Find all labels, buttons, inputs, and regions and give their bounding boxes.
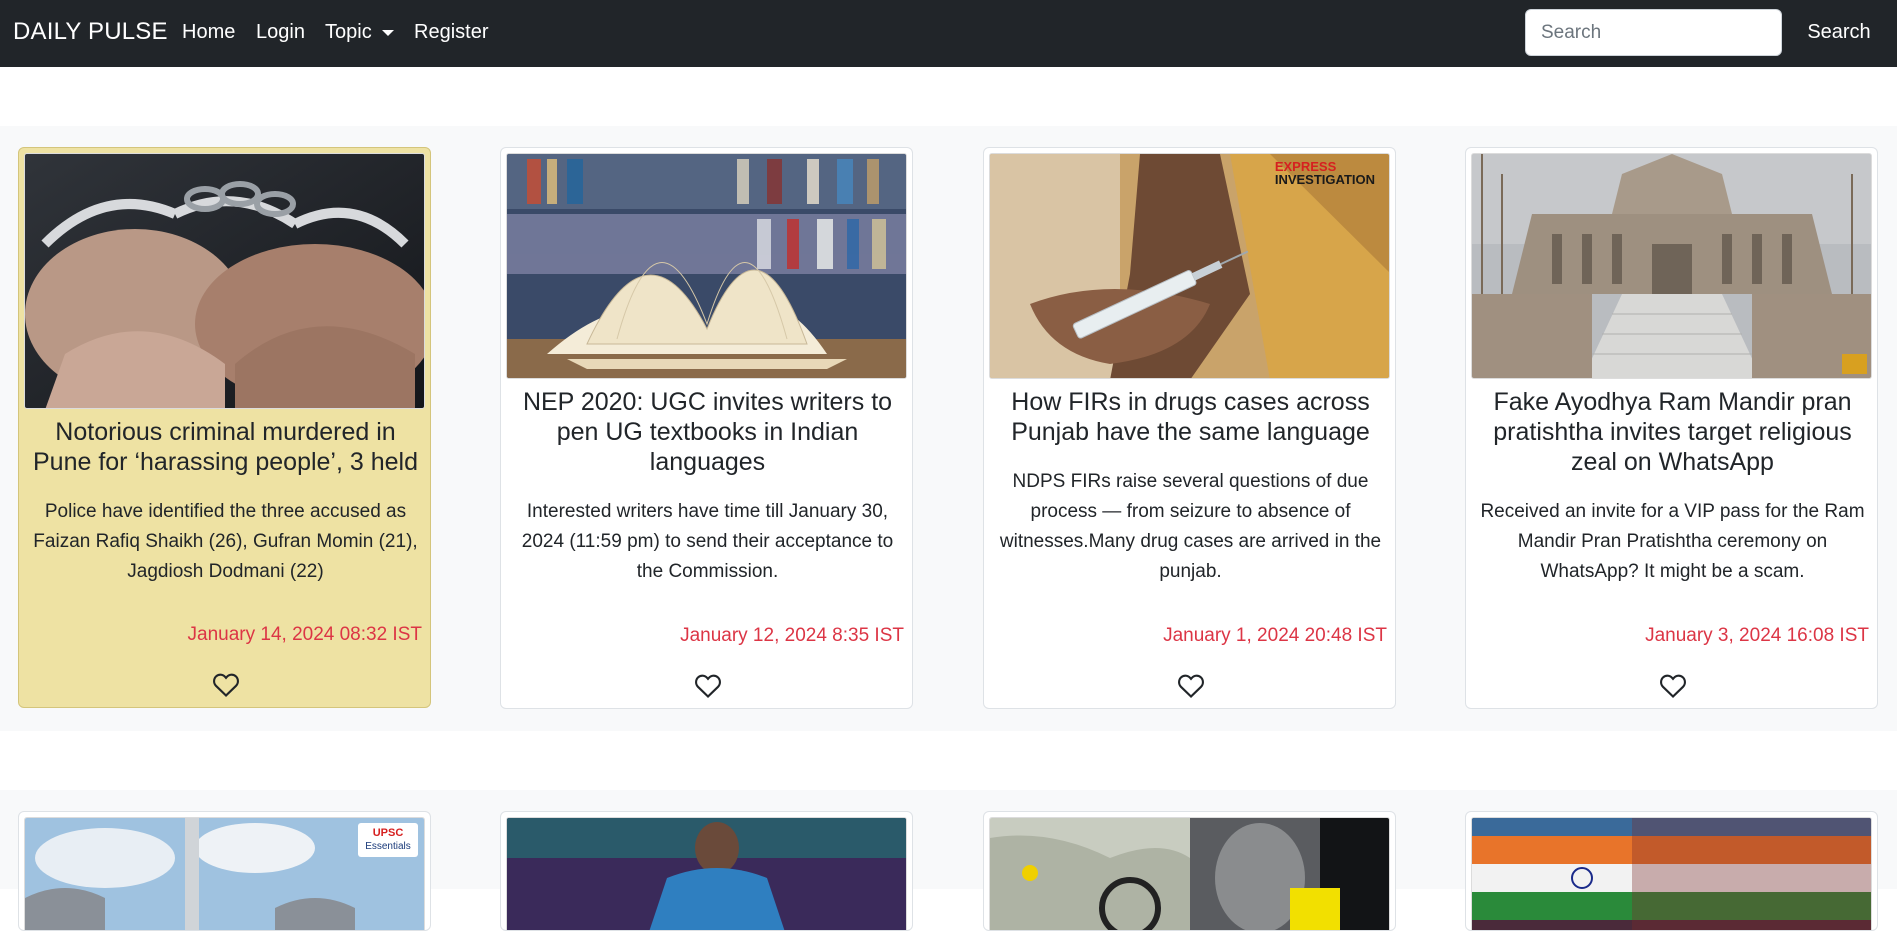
news-date: January 3, 2024 16:08 IST: [1645, 625, 1869, 646]
news-image-handcuffs[interactable]: [24, 153, 425, 409]
heart-icon[interactable]: [1659, 673, 1687, 699]
news-summary: Interested writers have time till Januar…: [521, 501, 894, 582]
heart-icon[interactable]: [212, 672, 240, 698]
news-date: January 1, 2024 20:48 IST: [1163, 625, 1387, 646]
brand-logo[interactable]: DAILY PULSE: [13, 18, 168, 46]
news-image-temple[interactable]: [1471, 153, 1872, 379]
nav-login[interactable]: Login: [256, 21, 305, 44]
news-date: January 12, 2024 8:35 IST: [680, 625, 904, 646]
news-section: Notorious criminal murdered in Pune for …: [0, 126, 1897, 731]
news-section: UPSC Essentials: [0, 790, 1897, 931]
news-card[interactable]: Notorious criminal murdered in Pune for …: [18, 147, 431, 708]
navbar: DAILY PULSE Home Login Topic Register Se…: [0, 0, 1897, 67]
heart-icon[interactable]: [1177, 673, 1205, 699]
news-image-book[interactable]: [506, 153, 907, 379]
news-card[interactable]: [983, 811, 1396, 931]
news-summary: Received an invite for a VIP pass for th…: [1480, 501, 1865, 582]
nav-topic-label: Topic: [325, 21, 372, 43]
nav-home[interactable]: Home: [182, 21, 235, 44]
search-input[interactable]: [1525, 9, 1782, 56]
nav-register[interactable]: Register: [414, 21, 488, 44]
heart-icon[interactable]: [694, 673, 722, 699]
news-image-map[interactable]: [989, 817, 1390, 930]
chevron-down-icon: [381, 29, 394, 36]
news-card[interactable]: EXPRESS INVESTIGATION How FIRs in drugs …: [983, 147, 1396, 709]
news-title[interactable]: How FIRs in drugs cases across Punjab ha…: [990, 387, 1391, 447]
news-card[interactable]: [1465, 811, 1878, 931]
news-summary: Police have identified the three accused…: [33, 501, 418, 582]
news-card[interactable]: Fake Ayodhya Ram Mandir pran pratishtha …: [1465, 147, 1878, 709]
news-date: January 14, 2024 08:32 IST: [187, 624, 423, 645]
news-card[interactable]: [500, 811, 913, 931]
news-title[interactable]: Notorious criminal murdered in Pune for …: [25, 417, 426, 477]
nav-topic-dropdown[interactable]: Topic: [325, 21, 394, 44]
news-image-athlete[interactable]: [506, 817, 907, 930]
news-title[interactable]: Fake Ayodhya Ram Mandir pran pratishtha …: [1472, 387, 1873, 477]
news-summary: NDPS FIRs raise several questions of due…: [999, 471, 1382, 582]
express-investigation-logo: EXPRESS INVESTIGATION: [1274, 159, 1375, 187]
news-card[interactable]: NEP 2020: UGC invites writers to pen UG …: [500, 147, 913, 709]
news-image-power-plant[interactable]: UPSC Essentials: [24, 817, 425, 930]
news-image-syringe[interactable]: EXPRESS INVESTIGATION: [989, 153, 1390, 379]
news-card[interactable]: UPSC Essentials: [18, 811, 431, 931]
news-image-flag[interactable]: [1471, 817, 1872, 930]
news-title[interactable]: NEP 2020: UGC invites writers to pen UG …: [507, 387, 908, 477]
upsc-essentials-badge: UPSC Essentials: [358, 823, 418, 857]
search-button[interactable]: Search: [1794, 9, 1884, 56]
